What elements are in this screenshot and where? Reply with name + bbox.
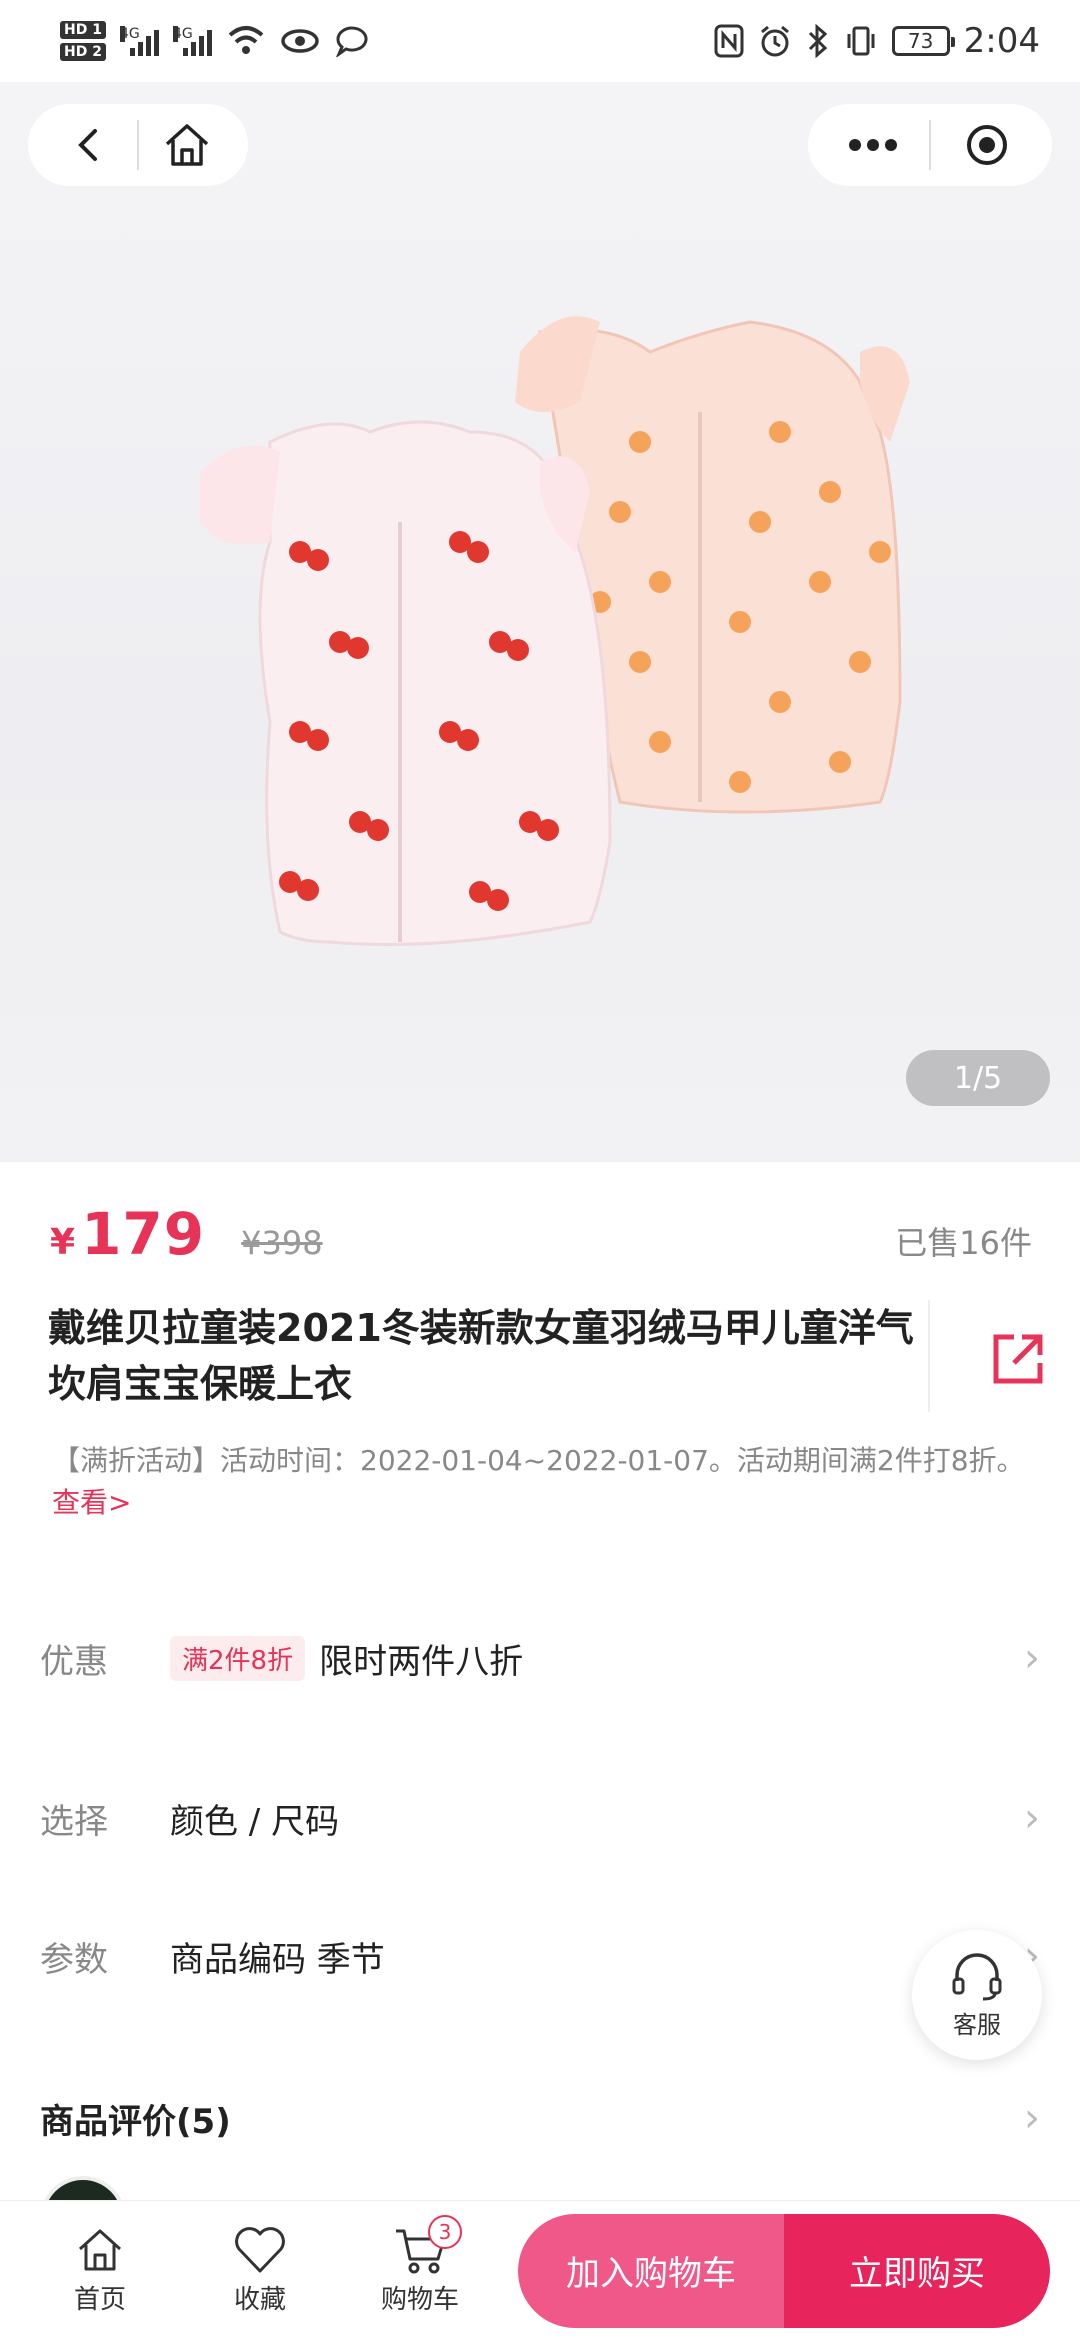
chevron-right-icon: › bbox=[1024, 1635, 1040, 1681]
reviews-title: 商品评价(5) bbox=[40, 2101, 231, 2142]
alarm-icon bbox=[760, 25, 789, 57]
sig2-label: 4G bbox=[172, 26, 193, 42]
signal-2-icon: 4G bbox=[172, 26, 212, 56]
target-circle-icon bbox=[966, 125, 1007, 165]
nav-divider-right bbox=[928, 120, 931, 170]
discount-value: 限时两件八折 bbox=[319, 1641, 524, 1682]
status-bar: HD 1 HD 2 4G 4G 73 2:04 bbox=[0, 0, 1080, 82]
home-icon bbox=[165, 124, 208, 166]
tab-home[interactable]: 首页 bbox=[20, 2225, 180, 2316]
customer-service-label: 客服 bbox=[953, 2010, 1001, 2039]
discount-label: 优惠 bbox=[40, 1641, 108, 1682]
nav-pill-right bbox=[808, 104, 1052, 186]
home-button[interactable] bbox=[152, 110, 222, 180]
discount-tag: 满2件8折 bbox=[170, 1635, 306, 1681]
vibrate-icon bbox=[847, 26, 875, 56]
signal-1-icon: 4G bbox=[119, 26, 159, 56]
bottom-bar: 首页 收藏 3 购物车 加入购物车 立即购买 bbox=[0, 2200, 1080, 2340]
customer-service-button[interactable]: 客服 bbox=[912, 1930, 1042, 2060]
discount-row[interactable]: 优惠 满2件8折 限时两件八折 › bbox=[40, 1628, 1040, 1688]
select-label: 选择 bbox=[40, 1801, 108, 1842]
home-icon bbox=[78, 2229, 122, 2271]
params-label: 参数 bbox=[40, 1939, 108, 1980]
tab-cart[interactable]: 3 购物车 bbox=[340, 2215, 500, 2316]
sig1-label: 4G bbox=[119, 26, 140, 42]
status-left: HD 1 HD 2 4G 4G bbox=[60, 21, 370, 61]
add-to-cart-button[interactable]: 加入购物车 bbox=[518, 2213, 784, 2328]
product-photo bbox=[200, 316, 910, 946]
title-row: 戴维贝拉童装2021冬装新款女童羽绒马甲儿童洋气坎肩宝宝保暖上衣 bbox=[48, 1300, 1048, 1412]
status-right: 73 2:04 bbox=[714, 21, 1040, 61]
chat-bubble-icon bbox=[336, 26, 368, 57]
nav-pill-left bbox=[28, 104, 248, 186]
battery-level: 73 bbox=[907, 29, 934, 53]
select-row[interactable]: 选择 颜色 / 尺码 › bbox=[40, 1788, 1040, 1848]
current-price: 179 bbox=[81, 1200, 206, 1268]
eye-icon bbox=[281, 29, 319, 53]
select-value: 颜色 / 尺码 bbox=[170, 1801, 340, 1842]
hd2-badge: HD 2 bbox=[60, 43, 106, 61]
params-value: 商品编码 季节 bbox=[170, 1939, 385, 1980]
original-price: ¥398 bbox=[241, 1224, 323, 1262]
back-arrow-icon bbox=[78, 129, 98, 161]
wifi-icon bbox=[228, 26, 264, 54]
more-dots-icon bbox=[849, 139, 898, 151]
heart-icon bbox=[235, 2227, 285, 2273]
params-row[interactable]: 参数 商品编码 季节 › bbox=[40, 1926, 1040, 1986]
cherry-vest-image bbox=[200, 420, 612, 946]
promo-view-link[interactable]: 查看> bbox=[52, 1486, 131, 1519]
chevron-right-icon: › bbox=[1024, 2095, 1040, 2141]
hd-indicators: HD 1 HD 2 bbox=[60, 21, 106, 61]
promo-description: 【满折活动】活动时间：2022-01-04~2022-01-07。活动期间满2件… bbox=[52, 1444, 1025, 1477]
back-button[interactable] bbox=[54, 110, 124, 180]
nav-divider bbox=[136, 120, 139, 170]
action-buttons: 加入购物车 立即购买 bbox=[518, 2213, 1050, 2328]
discount-value-wrap: 满2件8折 限时两件八折 bbox=[170, 1634, 523, 1683]
image-pager: 1/5 bbox=[906, 1050, 1050, 1106]
reviews-header[interactable]: 商品评价(5) › bbox=[40, 2088, 1040, 2148]
share-button[interactable] bbox=[928, 1300, 1048, 1412]
price-row: ¥ 179 ¥398 已售16件 bbox=[50, 1200, 1032, 1268]
chevron-right-icon: › bbox=[1024, 1795, 1040, 1841]
sold-count: 已售16件 bbox=[895, 1224, 1032, 1262]
clock: 2:04 bbox=[963, 21, 1040, 61]
product-image-carousel[interactable]: 1/5 bbox=[0, 82, 1080, 1162]
currency-symbol: ¥ bbox=[50, 1222, 76, 1263]
tab-home-label: 首页 bbox=[73, 2285, 126, 2315]
hd1-badge: HD 1 bbox=[60, 21, 106, 39]
nfc-icon bbox=[714, 24, 744, 58]
more-button[interactable] bbox=[838, 110, 908, 180]
cart-count-badge: 3 bbox=[428, 2215, 462, 2249]
battery-icon: 73 bbox=[891, 26, 955, 56]
tab-favorite[interactable]: 收藏 bbox=[180, 2225, 340, 2316]
buy-now-button[interactable]: 立即购买 bbox=[784, 2213, 1050, 2328]
tab-cart-label: 购物车 bbox=[380, 2285, 459, 2315]
headset-icon bbox=[952, 1952, 1002, 2000]
close-miniprogram-button[interactable] bbox=[952, 110, 1022, 180]
promo-text: 【满折活动】活动时间：2022-01-04~2022-01-07。活动期间满2件… bbox=[52, 1440, 1042, 1524]
product-title: 戴维贝拉童装2021冬装新款女童羽绒马甲儿童洋气坎肩宝宝保暖上衣 bbox=[48, 1306, 914, 1406]
share-icon bbox=[993, 1334, 1043, 1384]
tab-favorite-label: 收藏 bbox=[233, 2285, 286, 2315]
bluetooth-icon bbox=[808, 24, 827, 58]
